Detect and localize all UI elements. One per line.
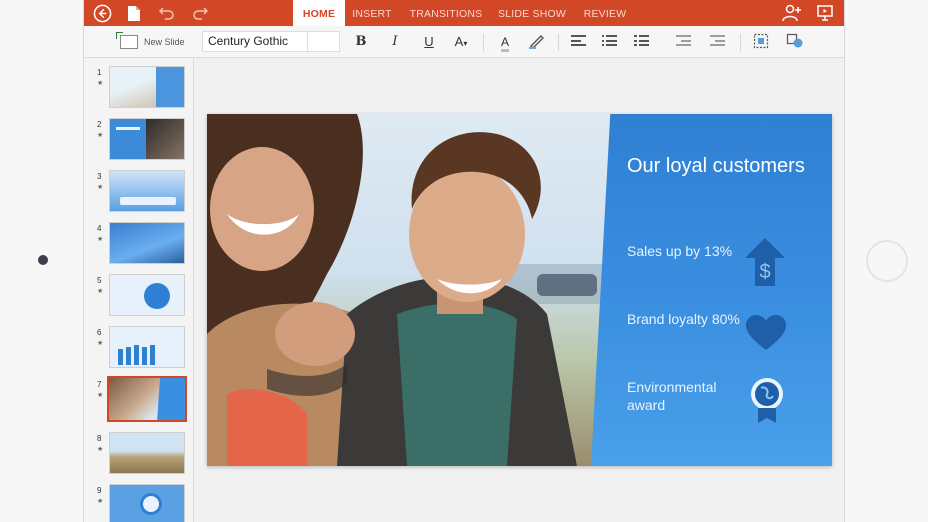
bullet-list-icon[interactable]	[602, 35, 617, 48]
font-name-field[interactable]: Century Gothic	[202, 31, 340, 52]
align-left-icon[interactable]	[571, 35, 586, 48]
tab-transitions[interactable]: TRANSITIONS	[404, 0, 488, 26]
slide-thumbnail[interactable]: 3 ★	[84, 170, 194, 216]
tab-review[interactable]: REVIEW	[577, 0, 633, 26]
slide-thumbnail[interactable]: 8 ★	[84, 432, 194, 478]
slide-thumbnail-image	[109, 326, 185, 368]
slide-star: ★	[97, 340, 104, 347]
underline-button[interactable]: U	[420, 33, 438, 51]
shapes-icon[interactable]	[786, 33, 804, 51]
camera-icon	[38, 255, 48, 265]
slide-thumbnail-pane: 1 ★ 2 ★ 3 ★ 4 ★ 5 ★ 6 ★ 7 ★ 8 ★ 9 ★	[84, 58, 194, 522]
slide-canvas[interactable]: Our loyal customers Sales up by 13% $ Br…	[194, 58, 844, 522]
font-color-button[interactable]: A	[496, 33, 514, 52]
slide-number: 4	[97, 224, 102, 233]
font-name-value: Century Gothic	[208, 34, 289, 48]
bold-button[interactable]: B	[352, 33, 370, 51]
file-icon[interactable]	[124, 3, 144, 23]
slide-star: ★	[97, 446, 104, 453]
slide-thumbnail-image	[109, 432, 185, 474]
toolbar-divider	[558, 34, 559, 51]
heart-icon	[745, 314, 789, 366]
tab-home[interactable]: HOME	[293, 0, 345, 27]
toolbar-divider	[740, 34, 741, 51]
font-color-glyph: A	[500, 35, 509, 52]
new-slide-icon	[116, 32, 138, 49]
slide-number: 2	[97, 120, 102, 129]
redo-icon[interactable]	[190, 3, 210, 23]
present-icon[interactable]	[815, 3, 835, 23]
new-slide-button[interactable]: New Slide	[116, 32, 185, 52]
font-size-button[interactable]: A▾	[452, 33, 470, 51]
slide-thumbnail-selected[interactable]: 7 ★	[84, 376, 194, 424]
new-slide-label: New Slide	[144, 37, 185, 47]
slide-thumbnail-image	[109, 484, 185, 522]
sales-text[interactable]: Sales up by 13%	[627, 242, 747, 260]
highlight-pen-icon[interactable]	[528, 33, 546, 51]
globe-award-icon	[747, 376, 791, 428]
back-icon[interactable]	[92, 3, 112, 23]
slide-thumbnail-image	[109, 66, 185, 108]
tab-insert[interactable]: INSERT	[348, 0, 396, 26]
slide-thumbnail[interactable]: 1 ★	[84, 66, 194, 112]
font-size-divider	[307, 32, 308, 51]
slide-star: ★	[97, 80, 104, 87]
slide-star: ★	[97, 288, 104, 295]
slide-number: 3	[97, 172, 102, 181]
current-slide[interactable]: Our loyal customers Sales up by 13% $ Br…	[207, 114, 832, 466]
numbered-list-icon[interactable]	[634, 35, 649, 48]
tab-slide-show[interactable]: SLIDE SHOW	[495, 0, 569, 26]
slide-star: ★	[97, 132, 104, 139]
slide-number: 7	[97, 380, 102, 389]
slide-number: 6	[97, 328, 102, 337]
device-bezel-left	[0, 0, 84, 522]
app-screen: HOME INSERT TRANSITIONS SLIDE SHOW REVIE…	[84, 0, 844, 522]
increase-indent-icon[interactable]	[710, 35, 725, 48]
slide-thumbnail-image	[109, 274, 185, 316]
slide-star: ★	[97, 498, 104, 505]
slide-thumbnail[interactable]: 5 ★	[84, 274, 194, 320]
svg-text:$: $	[759, 261, 770, 283]
slide-number: 1	[97, 68, 102, 77]
ribbon-tabbar: HOME INSERT TRANSITIONS SLIDE SHOW REVIE…	[84, 0, 844, 27]
slide-thumbnail[interactable]: 2 ★	[84, 118, 194, 164]
home-button[interactable]	[866, 240, 908, 282]
slide-number: 9	[97, 486, 102, 495]
text-box-icon[interactable]	[752, 33, 770, 51]
slide-star: ★	[97, 236, 104, 243]
ribbon-toolbar: New Slide Century Gothic B I U A▾ A	[84, 26, 844, 58]
italic-button[interactable]: I	[386, 33, 404, 51]
slide-thumbnail-image	[109, 118, 185, 160]
slide-thumbnail-image	[109, 222, 185, 264]
device-bezel-right	[844, 0, 928, 522]
slide-star: ★	[97, 392, 104, 399]
slide-thumbnail-image	[109, 170, 185, 212]
undo-icon[interactable]	[157, 3, 177, 23]
slide-title[interactable]: Our loyal customers	[627, 154, 807, 179]
slide-thumbnail[interactable]: 6 ★	[84, 326, 194, 372]
slide-number: 8	[97, 434, 102, 443]
share-person-icon[interactable]	[782, 3, 802, 23]
slide-star: ★	[97, 184, 104, 191]
dollar-arrow-icon: $	[743, 236, 787, 288]
slide-thumbnail[interactable]: 4 ★	[84, 222, 194, 268]
slide-number: 5	[97, 276, 102, 285]
toolbar-divider	[483, 34, 484, 51]
slide-thumbnail-image	[107, 376, 187, 422]
brand-loyalty-text[interactable]: Brand loyalty 80%	[627, 310, 747, 328]
slide-thumbnail[interactable]: 9 ★	[84, 484, 194, 522]
decrease-indent-icon[interactable]	[676, 35, 691, 48]
environmental-award-text[interactable]: Environmental award	[627, 378, 747, 414]
